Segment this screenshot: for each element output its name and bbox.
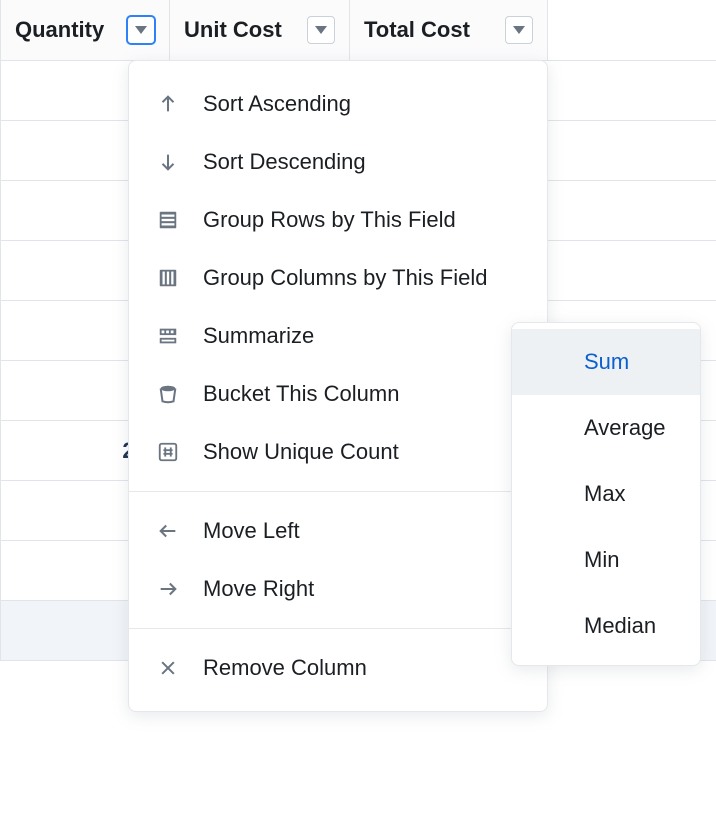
menu-item-label: Sort Descending (203, 149, 521, 175)
menu-divider (129, 628, 547, 629)
menu-item-label: Show Unique Count (203, 439, 521, 465)
menu-item-remove-column[interactable]: Remove Column (129, 639, 547, 697)
arrow-left-icon (155, 518, 181, 544)
caret-down-icon (513, 26, 525, 34)
menu-item-unique-count[interactable]: Show Unique Count (129, 423, 547, 481)
menu-item-label: Move Left (203, 518, 521, 544)
column-menu-button-total-cost[interactable] (505, 16, 533, 44)
column-label: Unit Cost (184, 17, 282, 43)
menu-item-label: Sort Ascending (203, 91, 521, 117)
menu-item-label: Group Rows by This Field (203, 207, 521, 233)
columns-icon (155, 265, 181, 291)
caret-down-icon (315, 26, 327, 34)
arrow-down-icon (155, 149, 181, 175)
arrow-up-icon (155, 91, 181, 117)
column-header-total-cost[interactable]: Total Cost (350, 0, 548, 60)
menu-item-group-rows[interactable]: Group Rows by This Field (129, 191, 547, 249)
hash-icon (155, 439, 181, 465)
menu-item-label: Remove Column (203, 655, 521, 681)
menu-item-sort-ascending[interactable]: Sort Ascending (129, 75, 547, 133)
column-menu-button-quantity[interactable] (127, 16, 155, 44)
menu-item-move-right[interactable]: Move Right (129, 560, 547, 618)
column-header-unit-cost[interactable]: Unit Cost (170, 0, 350, 60)
menu-item-label: Group Columns by This Field (203, 265, 521, 291)
column-header-quantity[interactable]: Quantity (0, 0, 170, 60)
column-menu-button-unit-cost[interactable] (307, 16, 335, 44)
column-label: Quantity (15, 17, 104, 43)
table-header-row: Quantity Unit Cost Total Cost (0, 0, 716, 61)
summarize-icon (155, 323, 181, 349)
menu-item-sort-descending[interactable]: Sort Descending (129, 133, 547, 191)
menu-item-group-columns[interactable]: Group Columns by This Field (129, 249, 547, 307)
submenu-item-min[interactable]: Min (512, 527, 700, 593)
arrow-right-icon (155, 576, 181, 602)
menu-item-label: Summarize (203, 323, 490, 349)
caret-down-icon (135, 26, 147, 34)
submenu-item-max[interactable]: Max (512, 461, 700, 527)
bucket-icon (155, 381, 181, 407)
menu-divider (129, 491, 547, 492)
submenu-item-median[interactable]: Median (512, 593, 700, 659)
menu-item-label: Move Right (203, 576, 521, 602)
menu-item-label: Bucket This Column (203, 381, 521, 407)
column-label: Total Cost (364, 17, 470, 43)
column-context-menu: Sort Ascending Sort Descending Group Row… (128, 60, 548, 712)
summarize-submenu: Sum Average Max Min Median (511, 322, 701, 666)
rows-icon (155, 207, 181, 233)
submenu-item-average[interactable]: Average (512, 395, 700, 461)
close-icon (155, 655, 181, 681)
menu-item-summarize[interactable]: Summarize (129, 307, 547, 365)
menu-item-bucket[interactable]: Bucket This Column (129, 365, 547, 423)
menu-item-move-left[interactable]: Move Left (129, 502, 547, 560)
submenu-item-sum[interactable]: Sum (512, 329, 700, 395)
